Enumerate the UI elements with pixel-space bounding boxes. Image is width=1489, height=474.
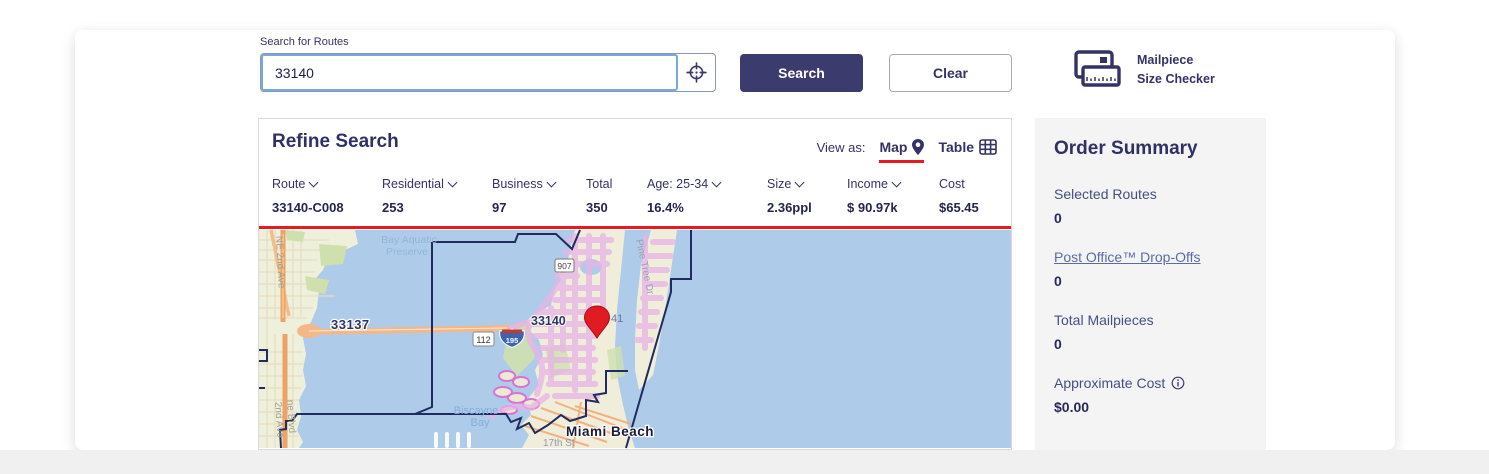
column-business[interactable]: Business 97 bbox=[492, 177, 555, 215]
svg-text:17th St: 17th St bbox=[543, 438, 575, 449]
refine-search-panel: Refine Search View as: Map Table bbox=[258, 118, 1012, 450]
dropoffs-value: 0 bbox=[1054, 273, 1247, 289]
table-grid-icon bbox=[979, 139, 997, 155]
chevron-down-icon bbox=[712, 177, 722, 187]
svg-text:112: 112 bbox=[476, 335, 490, 345]
svg-text:Miami Beach: Miami Beach bbox=[566, 424, 654, 439]
chevron-down-icon bbox=[447, 177, 457, 187]
search-box bbox=[260, 53, 716, 92]
mailpiece-size-checker[interactable]: Mailpiece Size Checker bbox=[1073, 47, 1215, 92]
view-as-toggle: View as: Map Table bbox=[817, 139, 997, 155]
column-route[interactable]: Route 33140-C008 bbox=[272, 177, 344, 215]
total-mailpieces-label: Total Mailpieces bbox=[1054, 312, 1247, 328]
svg-text:ne Blvd: ne Blvd bbox=[284, 399, 297, 433]
svg-text:41: 41 bbox=[611, 313, 623, 325]
map-canvas[interactable]: 907 112 195 33137 Bay Aquatic Preserve B… bbox=[259, 229, 1011, 449]
page-background-strip bbox=[0, 450, 1489, 474]
mailpiece-ruler-icon bbox=[1073, 47, 1123, 92]
column-age[interactable]: Age: 25-34 16.4% bbox=[647, 177, 720, 215]
view-as-label: View as: bbox=[817, 140, 866, 155]
crosshair-icon bbox=[685, 61, 708, 84]
total-mailpieces-value: 0 bbox=[1054, 336, 1247, 352]
approximate-cost-value: $0.00 bbox=[1054, 399, 1247, 415]
svg-text:33137: 33137 bbox=[331, 317, 370, 332]
info-icon[interactable] bbox=[1171, 376, 1185, 390]
order-summary-panel: Order Summary Selected Routes 0 Post Off… bbox=[1035, 118, 1266, 450]
view-as-table[interactable]: Table bbox=[938, 139, 997, 155]
svg-text:Bay Aquatic: Bay Aquatic bbox=[381, 234, 436, 246]
search-input[interactable] bbox=[261, 54, 678, 91]
order-summary-title: Order Summary bbox=[1054, 138, 1247, 160]
svg-text:907: 907 bbox=[557, 261, 571, 271]
selected-routes-value: 0 bbox=[1054, 210, 1247, 226]
svg-text:Biscayne: Biscayne bbox=[454, 405, 499, 417]
route-data-row: Route 33140-C008 Residential 253 Busines… bbox=[272, 177, 1000, 223]
svg-text:Preserve: Preserve bbox=[386, 246, 428, 258]
column-cost: Cost $65.45 bbox=[939, 177, 979, 215]
column-size[interactable]: Size 2.36ppl bbox=[767, 177, 812, 215]
clear-button[interactable]: Clear bbox=[889, 54, 1012, 92]
approximate-cost-label: Approximate Cost bbox=[1054, 375, 1165, 391]
chevron-down-icon bbox=[546, 177, 556, 187]
chevron-down-icon bbox=[309, 177, 319, 187]
routes-search-card: Search for Routes Search Clear bbox=[75, 30, 1395, 450]
mailpiece-label: Mailpiece Size Checker bbox=[1137, 51, 1215, 87]
column-income[interactable]: Income $ 90.97k bbox=[847, 177, 900, 215]
refine-search-title: Refine Search bbox=[272, 131, 399, 153]
search-button[interactable]: Search bbox=[740, 54, 863, 92]
view-as-map[interactable]: Map bbox=[879, 139, 924, 163]
column-total: Total 350 bbox=[586, 177, 612, 215]
search-routes-label: Search for Routes bbox=[260, 36, 349, 48]
locate-button[interactable] bbox=[678, 54, 715, 91]
chevron-down-icon bbox=[795, 177, 805, 187]
chevron-down-icon bbox=[892, 177, 902, 187]
map-pin-icon bbox=[912, 139, 924, 155]
svg-text:Bay: Bay bbox=[471, 417, 490, 429]
post-office-dropoffs-link[interactable]: Post Office™ Drop-Offs bbox=[1054, 249, 1201, 265]
svg-text:33140: 33140 bbox=[531, 314, 566, 328]
column-residential[interactable]: Residential 253 bbox=[382, 177, 456, 215]
svg-text:195: 195 bbox=[506, 336, 519, 345]
selected-routes-label: Selected Routes bbox=[1054, 186, 1247, 202]
